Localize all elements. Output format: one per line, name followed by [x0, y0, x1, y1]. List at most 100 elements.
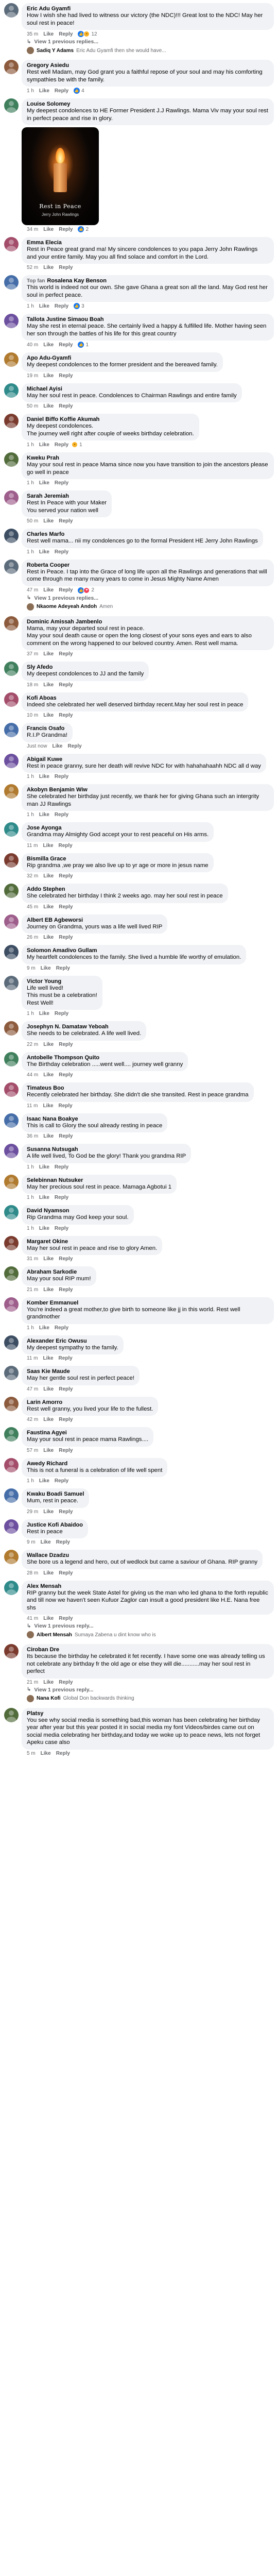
comment-time[interactable]: 45 m	[27, 904, 38, 910]
comment-time[interactable]: 11 m	[27, 1355, 38, 1361]
reply-preview[interactable]: Sadiq Y Adams Eric Adu Gyamfi then she wo…	[22, 46, 274, 55]
comment-time[interactable]: 1 h	[27, 88, 34, 94]
comment-time[interactable]: 1 h	[27, 774, 34, 779]
like-button[interactable]: Like	[39, 1011, 49, 1016]
comment-time[interactable]: 52 m	[27, 265, 38, 270]
reply-button[interactable]: Reply	[59, 1355, 73, 1361]
like-button[interactable]: Like	[43, 682, 54, 688]
avatar[interactable]	[4, 1113, 19, 1128]
reply-button[interactable]: Reply	[59, 518, 73, 524]
reaction-summary[interactable]: 👍 • 12	[78, 31, 97, 37]
avatar[interactable]	[4, 60, 19, 74]
comment-time[interactable]: 41 m	[27, 1616, 38, 1621]
reply-button[interactable]: Reply	[59, 265, 73, 270]
reply-button[interactable]: Reply	[59, 651, 73, 657]
like-button[interactable]: Like	[43, 1386, 54, 1392]
like-button[interactable]: Like	[43, 1256, 54, 1262]
like-button[interactable]: Like	[39, 303, 49, 309]
avatar[interactable]	[4, 616, 19, 631]
comment-time[interactable]: 1 h	[27, 549, 34, 555]
comment-time[interactable]: 1 h	[27, 1011, 34, 1016]
reaction-summary[interactable]: • 1	[72, 442, 82, 448]
reply-button[interactable]: Reply	[59, 1386, 73, 1392]
comment-author[interactable]: Kweku Prah	[27, 455, 59, 461]
reply-button[interactable]: Reply	[59, 1509, 73, 1515]
like-button[interactable]: Like	[43, 1448, 54, 1453]
reply-button[interactable]: Reply	[59, 1616, 73, 1621]
avatar[interactable]	[4, 1644, 19, 1658]
reply-button[interactable]: Reply	[59, 904, 73, 910]
reply-button[interactable]: Reply	[59, 1256, 73, 1262]
avatar[interactable]	[4, 692, 19, 707]
avatar[interactable]	[4, 784, 19, 799]
comment-author[interactable]: Kwaku Boadi Samuel	[27, 1491, 84, 1497]
reply-button[interactable]: Reply	[59, 1042, 73, 1047]
comment-author[interactable]: David Nyamson	[27, 1208, 70, 1214]
reply-button[interactable]: Reply	[55, 812, 68, 818]
avatar[interactable]	[4, 490, 19, 505]
avatar[interactable]	[4, 822, 19, 837]
comment-time[interactable]: 37 m	[27, 651, 38, 657]
like-button[interactable]: Like	[43, 935, 54, 940]
like-button[interactable]: Like	[43, 1133, 54, 1139]
comment-author[interactable]: Susanna Nutsugah	[27, 1146, 78, 1153]
like-button[interactable]: Like	[43, 873, 54, 879]
comment-author[interactable]: Timateus Boo	[27, 1085, 64, 1091]
view-previous-replies[interactable]: ↳ View 1 previous reply...	[22, 1621, 274, 1631]
like-button[interactable]: Like	[39, 1164, 49, 1170]
like-button[interactable]: Like	[43, 1287, 54, 1293]
reaction-summary[interactable]: 👍 ♥ 2	[78, 587, 94, 594]
comment-author[interactable]: Saas Kie Maude	[27, 1368, 70, 1375]
comment-author[interactable]: Bismilla Grace	[27, 856, 66, 862]
like-button[interactable]: Like	[43, 31, 54, 37]
like-button[interactable]: Like	[43, 713, 54, 718]
comment-author[interactable]: Tallota Justine Simaou Boah	[27, 316, 104, 323]
reply-button[interactable]: Reply	[55, 1478, 68, 1484]
avatar[interactable]	[4, 1266, 19, 1281]
reply-button[interactable]: Reply	[59, 342, 73, 348]
avatar[interactable]	[4, 1366, 19, 1380]
reply-button[interactable]: Reply	[59, 682, 73, 688]
avatar[interactable]	[4, 383, 19, 398]
comment-author[interactable]: Sarah Jeremiah	[27, 493, 69, 499]
reply-button[interactable]: Reply	[59, 873, 73, 879]
like-button[interactable]: Like	[41, 965, 51, 971]
comment-time[interactable]: 1 h	[27, 442, 34, 448]
comment-author[interactable]: Louise Solomey	[27, 101, 70, 107]
comment-time[interactable]: 1 h	[27, 1478, 34, 1484]
avatar[interactable]	[4, 914, 19, 929]
comment-author[interactable]: Michael Ayisi	[27, 386, 62, 392]
comment-time[interactable]: 36 m	[27, 1133, 38, 1139]
reply-button[interactable]: Reply	[55, 774, 68, 779]
reply-button[interactable]: Reply	[67, 743, 81, 749]
comment-time[interactable]: 50 m	[27, 518, 38, 524]
avatar[interactable]	[4, 945, 19, 959]
reply-button[interactable]: Reply	[55, 1325, 68, 1331]
like-button[interactable]: Like	[43, 1680, 54, 1685]
avatar[interactable]	[4, 853, 19, 868]
like-button[interactable]: Like	[39, 1478, 49, 1484]
comment-time[interactable]: 57 m	[27, 1448, 38, 1453]
reply-button[interactable]: Reply	[55, 442, 68, 448]
reply-button[interactable]: Reply	[55, 1226, 68, 1231]
comment-author[interactable]: Emma Elecia	[27, 240, 62, 246]
comment-author[interactable]: Eric Adu Gyamfi	[27, 6, 71, 12]
like-button[interactable]: Like	[43, 1417, 54, 1422]
comment-time[interactable]: 18 m	[27, 682, 38, 688]
comment-author[interactable]: Gregory Asiedu	[27, 62, 69, 69]
avatar[interactable]	[4, 975, 19, 990]
reply-button[interactable]: Reply	[59, 227, 73, 232]
comment-author[interactable]: Alexander Eric Owusu	[27, 1338, 87, 1344]
avatar[interactable]	[4, 1427, 19, 1442]
reply-button[interactable]: Reply	[55, 480, 68, 486]
like-button[interactable]: Like	[43, 587, 54, 593]
reply-button[interactable]: Reply	[59, 403, 73, 409]
like-button[interactable]: Like	[43, 1616, 54, 1621]
comment-time[interactable]: Just now	[27, 743, 47, 749]
comment-time[interactable]: 1 h	[27, 1325, 34, 1331]
reply-button[interactable]: Reply	[59, 1680, 73, 1685]
avatar[interactable]	[4, 314, 19, 328]
comment-author[interactable]: Dominic Amissah Jambenlo	[27, 619, 102, 625]
avatar[interactable]	[4, 1021, 19, 1036]
comment-author[interactable]: Charles Marfo	[27, 531, 64, 537]
